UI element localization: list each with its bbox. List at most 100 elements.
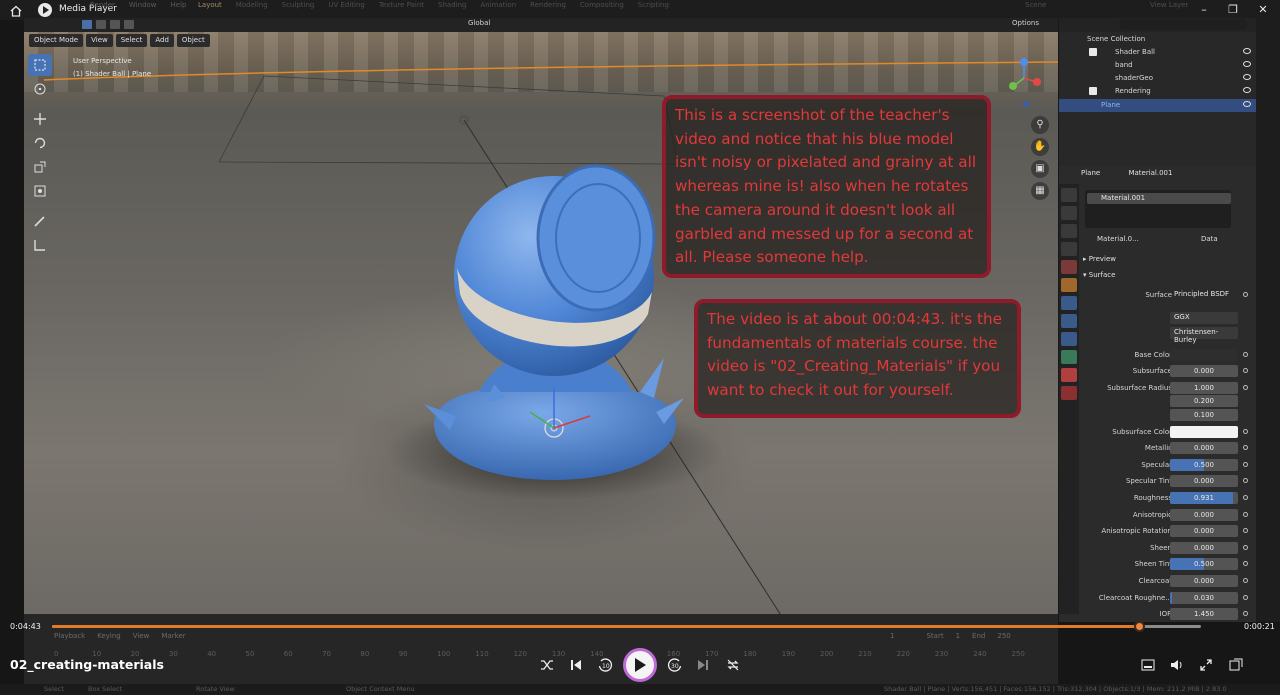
zoom-icon[interactable]: ⚲	[1031, 116, 1049, 134]
outliner-item-selected[interactable]: Plane	[1059, 99, 1257, 112]
ortho-grid-icon[interactable]: ▦	[1031, 182, 1049, 200]
socket-icon[interactable]	[1243, 595, 1248, 600]
outliner-search-input[interactable]	[1119, 19, 1247, 30]
camera-view-icon[interactable]: ▣	[1031, 160, 1049, 178]
outliner-item[interactable]: Scene Collection	[1059, 33, 1257, 46]
measure-tool-icon[interactable]	[28, 234, 52, 256]
property-value-field[interactable]: 0.000	[1170, 442, 1238, 454]
socket-icon[interactable]	[1243, 512, 1248, 517]
pan-hand-icon[interactable]: ✋	[1031, 138, 1049, 156]
property-value-field[interactable]: 0.500	[1170, 459, 1238, 471]
axis-gizmo-icon[interactable]	[1004, 56, 1050, 116]
preview-section[interactable]: ▸ Preview	[1083, 255, 1116, 263]
select-subtract-icon[interactable]	[110, 20, 120, 29]
physics-tab-icon[interactable]	[1061, 332, 1077, 346]
play-button[interactable]	[623, 648, 657, 682]
home-icon[interactable]	[9, 3, 23, 17]
socket-icon[interactable]	[1243, 292, 1248, 297]
property-value-field[interactable]: 0.000	[1170, 509, 1238, 521]
skip-next-icon[interactable]	[694, 656, 712, 674]
eye-icon[interactable]	[1243, 61, 1251, 67]
surface-section[interactable]: ▾ Surface	[1083, 271, 1115, 279]
cursor-tool-icon[interactable]	[28, 78, 52, 100]
move-tool-icon[interactable]	[28, 108, 52, 130]
checkbox-icon[interactable]	[1089, 87, 1097, 95]
particles-tab-icon[interactable]	[1061, 314, 1077, 328]
tool-tab-icon[interactable]	[1061, 188, 1077, 202]
property-value-field[interactable]: 0.000	[1170, 542, 1238, 554]
property-value-field[interactable]: 0.000	[1170, 365, 1238, 377]
outliner-item[interactable]: shaderGeo	[1059, 72, 1257, 85]
data-dropdown[interactable]: Data	[1201, 235, 1218, 243]
property-value-field[interactable]: 0.500	[1170, 558, 1238, 570]
select-box-icon[interactable]	[82, 20, 92, 29]
outliner-item[interactable]: Rendering	[1059, 85, 1257, 98]
object-menu[interactable]: Object	[176, 34, 210, 47]
skip-previous-icon[interactable]	[567, 656, 585, 674]
property-value-field[interactable]: 1.450	[1170, 608, 1238, 620]
eye-icon[interactable]	[1243, 101, 1251, 107]
rewind-10-icon[interactable]: 10	[596, 656, 614, 674]
view-layer-tab-icon[interactable]	[1061, 242, 1077, 256]
shuffle-icon[interactable]	[538, 656, 556, 674]
seek-bar[interactable]	[52, 621, 1201, 632]
property-value-field[interactable]: 0.000	[1170, 525, 1238, 537]
subsurface-method-dropdown[interactable]: Christensen-Burley	[1170, 327, 1238, 344]
eye-icon[interactable]	[1243, 74, 1251, 80]
transform-orientation[interactable]: Global	[468, 19, 490, 27]
render-tab-icon[interactable]	[1061, 206, 1077, 220]
transform-tool-icon[interactable]	[28, 180, 52, 202]
socket-icon[interactable]	[1243, 561, 1248, 566]
minimize-icon[interactable]: –	[1197, 3, 1211, 17]
more-icon[interactable]	[1227, 656, 1245, 674]
property-value-field[interactable]: 0.000	[1170, 575, 1238, 587]
timeline-menu-item[interactable]: Keying	[97, 632, 121, 640]
scale-tool-icon[interactable]	[28, 156, 52, 178]
socket-icon[interactable]	[1243, 385, 1248, 390]
property-value-field[interactable]: 0.931	[1170, 492, 1238, 504]
timeline-menu-item[interactable]: View	[133, 632, 150, 640]
volume-icon[interactable]	[1168, 656, 1186, 674]
socket-icon[interactable]	[1243, 429, 1248, 434]
checkbox-icon[interactable]	[1089, 48, 1097, 56]
socket-icon[interactable]	[1243, 478, 1248, 483]
object-mode-dropdown[interactable]: Object Mode	[29, 34, 84, 47]
property-value-field[interactable]	[1170, 349, 1238, 361]
select-intersect-icon[interactable]	[124, 20, 134, 29]
select-tool-icon[interactable]	[28, 54, 52, 76]
scene-tab-icon[interactable]	[1061, 260, 1077, 274]
socket-icon[interactable]	[1243, 578, 1248, 583]
socket-icon[interactable]	[1243, 445, 1248, 450]
socket-icon[interactable]	[1243, 545, 1248, 550]
property-value-field[interactable]: 0.000	[1170, 475, 1238, 487]
start-frame[interactable]: 1	[956, 632, 960, 640]
property-value-field[interactable]: 0.200	[1170, 395, 1238, 407]
current-frame[interactable]: 1	[890, 632, 894, 640]
socket-icon[interactable]	[1243, 368, 1248, 373]
output-tab-icon[interactable]	[1061, 224, 1077, 238]
restore-icon[interactable]: ❐	[1226, 3, 1240, 17]
add-menu[interactable]: Add	[150, 34, 174, 47]
miniplayer-icon[interactable]	[1139, 656, 1157, 674]
socket-icon[interactable]	[1243, 495, 1248, 500]
property-value-field[interactable]: 1.000	[1170, 382, 1238, 394]
outliner-item[interactable]: band	[1059, 59, 1257, 72]
property-value-field[interactable]: 0.030	[1170, 592, 1238, 604]
select-extend-icon[interactable]	[96, 20, 106, 29]
repeat-off-icon[interactable]	[724, 656, 742, 674]
fullscreen-icon[interactable]	[1197, 656, 1215, 674]
timeline-menu-item[interactable]: Marker	[161, 632, 185, 640]
eye-icon[interactable]	[1243, 48, 1251, 54]
material-slot[interactable]: Material.001	[1087, 193, 1231, 204]
seek-thumb[interactable]	[1133, 621, 1145, 632]
end-frame[interactable]: 250	[997, 632, 1010, 640]
select-menu[interactable]: Select	[115, 34, 148, 47]
surface-shader-field[interactable]: Principled BSDF	[1170, 289, 1238, 301]
options-dropdown[interactable]: Options	[1012, 19, 1039, 27]
socket-icon[interactable]	[1243, 528, 1248, 533]
property-value-field[interactable]: 0.100	[1170, 409, 1238, 421]
view-menu[interactable]: View	[86, 34, 113, 47]
distribution-dropdown[interactable]: GGX	[1170, 312, 1238, 324]
property-value-field[interactable]	[1170, 426, 1238, 438]
socket-icon[interactable]	[1243, 462, 1248, 467]
